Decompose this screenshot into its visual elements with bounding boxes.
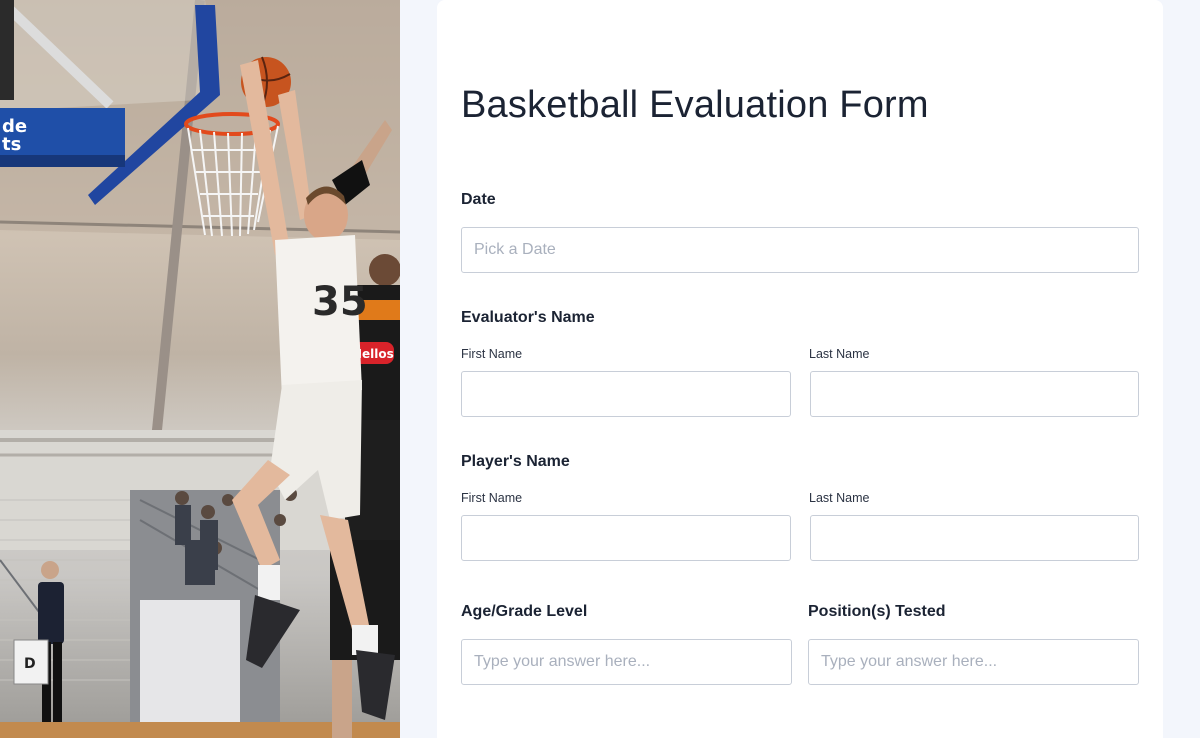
- jersey-number: 35: [312, 279, 368, 325]
- evaluator-last-name-input[interactable]: [810, 371, 1139, 417]
- backboard-text-bottom: ts: [2, 134, 21, 155]
- evaluator-name-label: Evaluator's Name: [461, 309, 595, 326]
- positions-tested-input[interactable]: [808, 639, 1139, 685]
- stand-sign-text: D: [24, 656, 36, 672]
- evaluator-first-name-input[interactable]: [461, 371, 791, 417]
- date-label: Date: [461, 191, 496, 208]
- player-name-label: Player's Name: [461, 453, 570, 470]
- positions-tested-label: Position(s) Tested: [808, 603, 946, 620]
- date-picker-input[interactable]: [461, 227, 1139, 273]
- player-first-name-label: First Name: [461, 491, 523, 505]
- basketball-photo: D de ts Hellos 35: [0, 0, 400, 738]
- age-grade-label: Age/Grade Level: [461, 603, 588, 620]
- player-last-name-input[interactable]: [810, 515, 1139, 561]
- evaluator-last-name-label: Last Name: [809, 347, 870, 361]
- form-panel: Basketball Evaluation Form Date Evaluato…: [437, 0, 1163, 738]
- age-grade-input[interactable]: [461, 639, 792, 685]
- player-first-name-input[interactable]: [461, 515, 791, 561]
- basketball-dunk-illustration: D de ts Hellos 35: [0, 0, 400, 738]
- evaluator-first-name-label: First Name: [461, 347, 523, 361]
- player-last-name-label: Last Name: [809, 491, 870, 505]
- form-title: Basketball Evaluation Form: [461, 84, 929, 126]
